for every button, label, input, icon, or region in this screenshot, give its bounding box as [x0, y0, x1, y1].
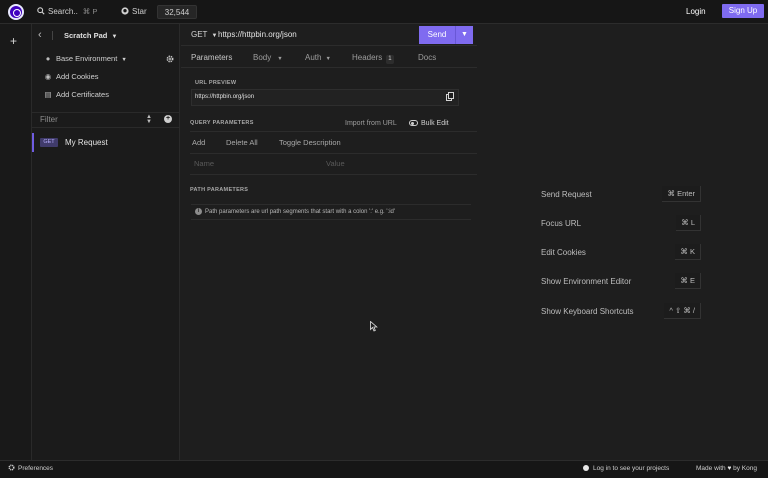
environment-label: Base Environment: [56, 54, 118, 63]
back-icon[interactable]: ‹: [38, 29, 42, 41]
search-button[interactable]: Search.. ⌘ P: [37, 5, 109, 19]
signup-button[interactable]: Sign Up: [722, 4, 764, 18]
sidebar-rail: [0, 24, 32, 460]
environment-selector[interactable]: ● Base Environment ▼: [44, 52, 127, 66]
shortcut-keyboard-shortcuts-label: Show Keyboard Shortcuts: [541, 307, 634, 316]
headers-count: 1: [386, 55, 394, 64]
path-params-label: PATH PARAMETERS: [190, 187, 249, 193]
url-preview-value: https://httpbin.org/json: [195, 94, 255, 100]
preferences-label: Preferences: [18, 465, 54, 472]
tab-parameters[interactable]: Parameters: [191, 52, 232, 63]
tab-label: Parameters: [191, 53, 233, 62]
chevron-down-icon: ▼: [325, 56, 331, 62]
shortcut-send-request-label: Send Request: [541, 190, 592, 199]
request-name: My Request: [65, 138, 108, 147]
url-input[interactable]: https://httpbin.org/json: [218, 29, 297, 41]
delete-all-button[interactable]: Delete All: [226, 138, 258, 148]
tab-docs[interactable]: Docs: [418, 52, 436, 63]
certificate-icon: ▤: [44, 90, 52, 99]
star-label: Star: [132, 7, 147, 16]
gear-icon[interactable]: [166, 55, 174, 63]
url-preview-label: URL PREVIEW: [195, 80, 237, 86]
send-options-button[interactable]: ▼: [455, 26, 473, 44]
chevron-down-icon: ▼: [211, 33, 218, 39]
add-certificates-label: Add Certificates: [56, 90, 109, 99]
add-cookies-label: Add Cookies: [56, 72, 99, 81]
send-button[interactable]: Send: [419, 26, 455, 44]
insomnia-logo-icon[interactable]: [8, 4, 24, 20]
shortcut-send-request-key: ⌘ Enter: [662, 186, 701, 202]
shortcut-environment-editor-label: Show Environment Editor: [541, 277, 632, 286]
chevron-down-icon: ▼: [461, 31, 468, 38]
shortcut-focus-url-label: Focus URL: [541, 219, 582, 228]
path-params-info-text: Path parameters are url path segments th…: [205, 209, 396, 215]
tab-body[interactable]: Body ▼: [253, 52, 283, 65]
toggle-description-button[interactable]: Toggle Description: [279, 138, 341, 148]
github-icon: [121, 7, 129, 15]
user-icon: [583, 465, 589, 471]
bulk-edit-label: Bulk Edit: [421, 120, 449, 127]
made-with-suffix: by Kong: [733, 465, 757, 472]
project-name: Scratch Pad: [64, 31, 108, 40]
divider: [52, 31, 53, 40]
login-prompt-label: Log in to see your projects: [593, 465, 670, 472]
bulk-edit-toggle[interactable]: Bulk Edit: [409, 119, 449, 128]
add-certificates-button[interactable]: ▤ Add Certificates: [44, 88, 109, 102]
shortcut-focus-url-key: ⌘ L: [676, 215, 701, 231]
preferences-button[interactable]: Preferences: [8, 464, 53, 474]
tab-label: Body: [253, 53, 272, 62]
info-icon: i: [195, 208, 202, 215]
shortcut-edit-cookies-key: ⌘ K: [675, 244, 701, 260]
mouse-cursor-icon: [370, 321, 378, 332]
top-bar: [0, 0, 768, 24]
method-badge: GET: [40, 138, 58, 147]
tab-auth[interactable]: Auth ▼: [305, 52, 331, 65]
tab-label: Docs: [418, 53, 437, 62]
add-cookies-button[interactable]: ◉ Add Cookies: [44, 70, 99, 84]
tab-label: Auth: [305, 53, 322, 62]
login-button[interactable]: Login: [686, 5, 706, 19]
add-param-button[interactable]: Add: [192, 138, 205, 148]
divider: [190, 153, 477, 154]
copy-icon[interactable]: [446, 92, 454, 101]
toggle-icon: [409, 120, 418, 126]
method-selector[interactable]: GET ▼: [191, 29, 218, 42]
search-label: Search..: [48, 7, 78, 16]
divider: [190, 131, 477, 132]
param-value-input[interactable]: Value: [326, 159, 345, 169]
query-params-label: QUERY PARAMETERS: [190, 120, 254, 126]
search-icon: [37, 7, 45, 15]
shortcut-keyboard-shortcuts-key: ^ ⇧ ⌘ /: [664, 303, 701, 319]
github-star-button[interactable]: Star: [121, 5, 147, 19]
heart-icon: ♥: [727, 465, 732, 472]
login-prompt[interactable]: Log in to see your projects: [583, 464, 669, 474]
sort-icon[interactable]: ▲ ▼: [146, 114, 152, 125]
add-request-icon[interactable]: +: [164, 115, 172, 123]
divider: [190, 174, 477, 175]
gear-icon: [8, 464, 15, 471]
method-label: GET: [191, 30, 208, 39]
shortcut-environment-editor-key: ⌘ E: [675, 273, 701, 289]
add-project-icon[interactable]: +: [10, 35, 17, 47]
made-with-prefix: Made with: [696, 465, 726, 472]
tab-headers[interactable]: Headers 1: [352, 52, 394, 64]
param-name-input[interactable]: Name: [194, 159, 214, 169]
star-count[interactable]: 32,544: [157, 5, 197, 19]
globe-icon: ●: [45, 54, 51, 63]
project-selector[interactable]: Scratch Pad ▼: [64, 30, 117, 43]
cookie-icon: ◉: [44, 72, 52, 81]
chevron-down-icon: ▼: [111, 34, 118, 40]
chevron-down-icon: ▼: [277, 56, 283, 62]
tab-label: Headers: [352, 53, 383, 62]
filter-input[interactable]: Filter: [40, 114, 58, 126]
made-with-credit[interactable]: Made with ♥ by Kong: [696, 464, 757, 474]
chevron-down-icon: ▼: [121, 57, 127, 63]
shortcut-edit-cookies-label: Edit Cookies: [541, 248, 586, 257]
search-shortcut: ⌘ P: [82, 7, 98, 16]
import-from-url-button[interactable]: Import from URL: [345, 119, 397, 128]
